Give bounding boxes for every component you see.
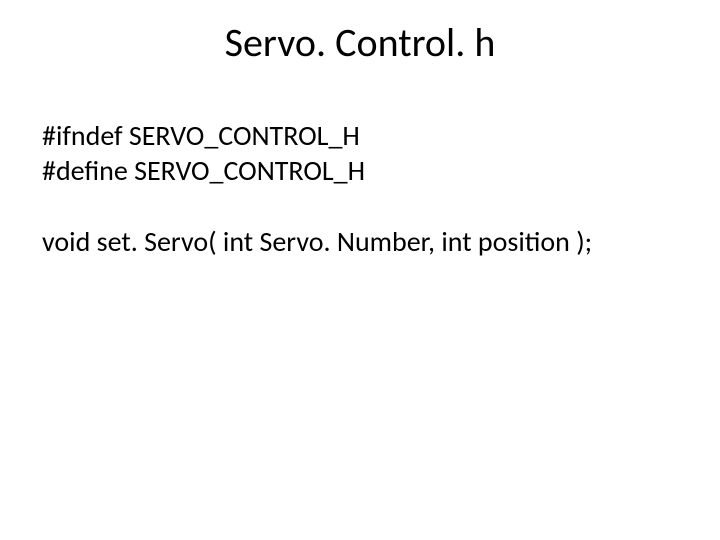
slide-title: Servo. Control. h [0, 18, 720, 67]
slide-body: #ifndef SERVO_CONTROL_H #define SERVO_CO… [42, 118, 678, 259]
code-line-3: void set. Servo( int Servo. Number, int … [42, 224, 678, 259]
code-line-2: #define SERVO_CONTROL_H [42, 153, 678, 188]
blank-line [42, 188, 678, 224]
slide: Servo. Control. h #ifndef SERVO_CONTROL_… [0, 0, 720, 540]
code-line-1: #ifndef SERVO_CONTROL_H [42, 118, 678, 153]
